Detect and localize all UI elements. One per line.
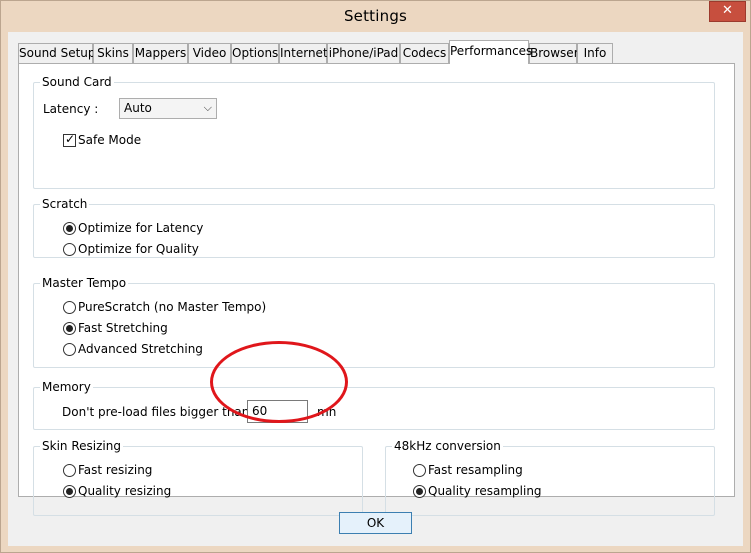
scratch-group: Scratch Optimize for Latency Optimize fo… [33, 196, 715, 258]
memory-group: Memory Don't pre-load files bigger than … [33, 379, 715, 430]
tab-iphone-ipad[interactable]: iPhone/iPad [327, 43, 400, 63]
skin-resizing-title: Skin Resizing [40, 438, 123, 454]
purescratch-label[interactable]: PureScratch (no Master Tempo) [78, 299, 266, 315]
optimize-latency-radio[interactable] [63, 222, 76, 235]
latency-label: Latency : [43, 102, 99, 116]
fast-resizing-label[interactable]: Fast resizing [78, 462, 152, 478]
conversion-48khz-group: 48kHz conversion Fast resampling Quality… [385, 438, 715, 516]
optimize-quality-radio[interactable] [63, 243, 76, 256]
preload-limit-label: Don't pre-load files bigger than : [62, 405, 258, 419]
tab-internet[interactable]: Internet [279, 43, 328, 63]
window-title: Settings [343, 7, 408, 25]
fast-resizing-radio[interactable] [63, 464, 76, 477]
scratch-title: Scratch [40, 196, 90, 212]
memory-title: Memory [40, 379, 93, 395]
checkmark-icon: ✓ [65, 132, 76, 146]
master-tempo-title: Master Tempo [40, 275, 129, 291]
tab-options[interactable]: Options [231, 43, 279, 63]
title-bar[interactable]: Settings ✕ [1, 1, 750, 32]
preload-unit-label: mn [317, 405, 337, 419]
tab-performances[interactable]: Performances [449, 40, 532, 64]
fast-stretching-radio[interactable] [63, 322, 76, 335]
safe-mode-checkbox[interactable]: ✓ [63, 132, 76, 147]
tab-video[interactable]: Video [188, 43, 231, 63]
purescratch-radio[interactable] [63, 301, 76, 314]
close-button[interactable]: ✕ [709, 1, 746, 22]
fast-stretching-label[interactable]: Fast Stretching [78, 320, 168, 336]
latency-select[interactable]: Auto ⌵ [119, 98, 217, 119]
dialog-client-area: Sound Setup Skins Mappers Video Options … [8, 32, 743, 546]
tab-skins[interactable]: Skins [93, 43, 133, 63]
tab-mappers[interactable]: Mappers [133, 43, 188, 63]
fast-resampling-label[interactable]: Fast resampling [428, 462, 523, 478]
performances-panel: Sound Card Latency : Auto ⌵ ✓ Safe Mode … [18, 63, 735, 516]
quality-resampling-radio[interactable] [413, 485, 426, 498]
conversion-48khz-title: 48kHz conversion [392, 438, 503, 454]
optimize-quality-label[interactable]: Optimize for Quality [78, 241, 199, 257]
settings-window: Settings ✕ Sound Setup Skins Mappers Vid… [0, 0, 751, 553]
skin-resizing-group: Skin Resizing Fast resizing Quality resi… [33, 438, 363, 516]
advanced-stretching-label[interactable]: Advanced Stretching [78, 341, 203, 357]
preload-limit-value: 60 [252, 404, 268, 418]
sound-card-title: Sound Card [40, 74, 114, 90]
close-icon: ✕ [722, 3, 733, 18]
quality-resampling-label[interactable]: Quality resampling [428, 483, 542, 499]
quality-resizing-radio[interactable] [63, 485, 76, 498]
tab-browser[interactable]: Browser [529, 43, 579, 63]
latency-value: Auto [124, 101, 152, 115]
safe-mode-label[interactable]: Safe Mode [78, 132, 141, 148]
tab-sound-setup[interactable]: Sound Setup [18, 43, 96, 63]
optimize-latency-label[interactable]: Optimize for Latency [78, 220, 203, 236]
fast-resampling-radio[interactable] [413, 464, 426, 477]
master-tempo-group: Master Tempo PureScratch (no Master Temp… [33, 275, 715, 368]
ok-button[interactable]: OK [339, 512, 412, 534]
preload-limit-input[interactable]: 60 [247, 400, 308, 423]
sound-card-group: Sound Card Latency : Auto ⌵ ✓ Safe Mode [33, 74, 715, 189]
tab-info[interactable]: Info [577, 43, 613, 63]
chevron-down-icon: ⌵ [203, 101, 212, 114]
quality-resizing-label[interactable]: Quality resizing [78, 483, 171, 499]
tab-codecs[interactable]: Codecs [400, 43, 449, 63]
advanced-stretching-radio[interactable] [63, 343, 76, 356]
